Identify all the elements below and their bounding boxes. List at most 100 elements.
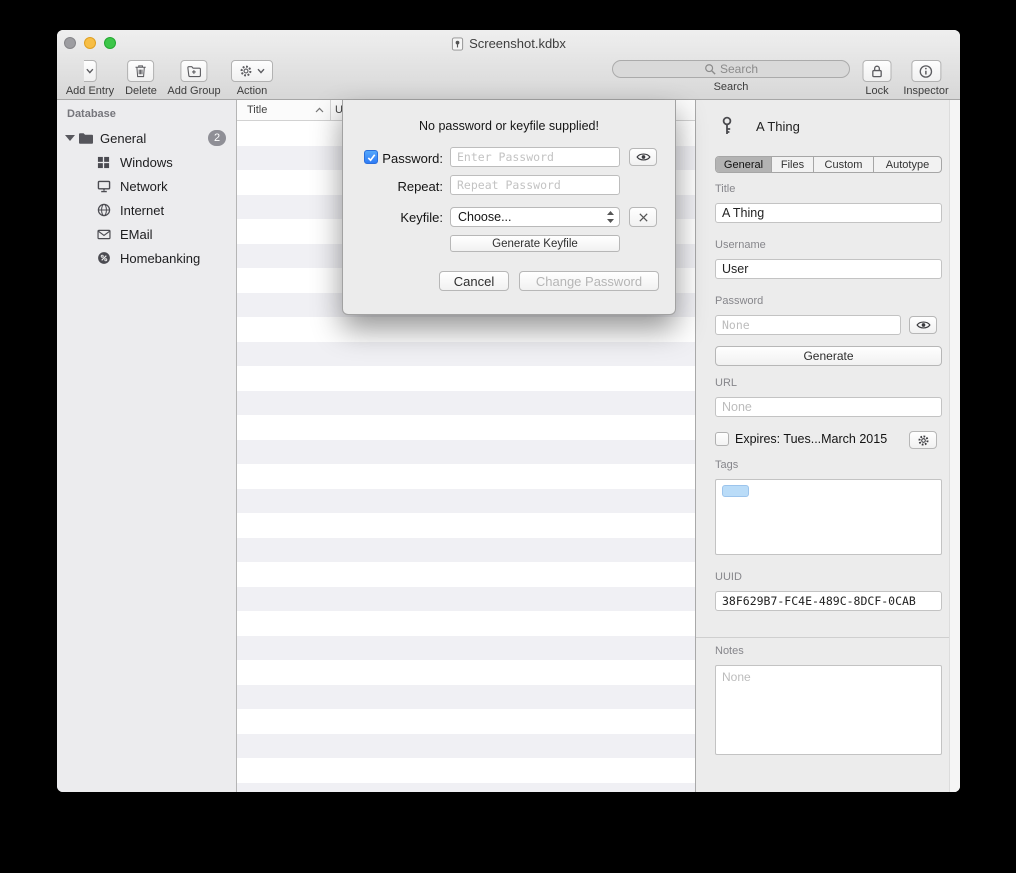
entry-list-row[interactable] — [237, 489, 695, 514]
checkmark-icon — [366, 152, 377, 163]
toolbar-inspector: Inspector — [903, 60, 948, 97]
keyfile-label: Keyfile: — [380, 210, 443, 225]
reveal-password-button[interactable] — [629, 148, 657, 166]
window-title-area: Screenshot.kdbx — [57, 30, 960, 57]
inspector-button[interactable] — [911, 60, 941, 82]
generate-password-button[interactable]: Generate — [715, 346, 942, 366]
entry-list-row[interactable] — [237, 660, 695, 685]
tab-files[interactable]: Files — [772, 157, 814, 172]
entry-list-row[interactable] — [237, 783, 695, 793]
entry-list-row[interactable] — [237, 709, 695, 734]
sidebar-item-internet[interactable]: Internet — [57, 198, 236, 222]
folder-icon — [78, 132, 94, 145]
entry-list-row[interactable] — [237, 758, 695, 783]
password-field-label: Password — [715, 295, 763, 307]
toolbar-search: Search Search — [612, 60, 850, 93]
notes-label: Notes — [715, 645, 744, 657]
change-password-button[interactable]: Change Password — [519, 271, 659, 291]
repeat-password-input[interactable] — [450, 175, 620, 195]
key-icon — [719, 116, 735, 136]
entry-list-row[interactable] — [237, 636, 695, 661]
entry-list-row[interactable] — [237, 611, 695, 636]
reveal-password-button[interactable] — [909, 316, 937, 334]
window-title: Screenshot.kdbx — [469, 36, 566, 51]
inspector-scrollbar[interactable] — [949, 100, 960, 792]
expires-settings-button[interactable] — [909, 431, 937, 449]
eye-icon — [636, 152, 651, 162]
tab-custom[interactable]: Custom — [814, 157, 874, 172]
action-button[interactable] — [231, 60, 273, 82]
password-checkbox[interactable] — [364, 150, 378, 164]
uuid-field[interactable] — [715, 591, 942, 611]
tab-autotype[interactable]: Autotype — [874, 157, 941, 172]
url-field-label: URL — [715, 377, 737, 389]
notes-field[interactable] — [715, 665, 942, 755]
sort-ascending-icon — [315, 107, 324, 113]
expires-row: Expires: Tues...March 2015 — [715, 430, 887, 448]
cancel-button[interactable]: Cancel — [439, 271, 509, 291]
add-group-button[interactable] — [180, 60, 207, 82]
toolbar: Add Entry Delete Add Group — [57, 57, 960, 100]
sidebar-group-general[interactable]: General 2 — [57, 126, 236, 150]
gear-icon — [239, 64, 253, 78]
entry-list-row[interactable] — [237, 415, 695, 440]
windows-icon — [97, 156, 110, 169]
password-input[interactable] — [450, 147, 620, 167]
entry-list-row[interactable] — [237, 391, 695, 416]
username-field[interactable] — [715, 259, 942, 279]
keyfile-popup[interactable]: Choose... — [450, 207, 620, 227]
search-input[interactable]: Search — [612, 60, 850, 78]
sidebar-item-email[interactable]: EMail — [57, 222, 236, 246]
sidebar-item-label: Windows — [120, 155, 173, 170]
entry-list-row[interactable] — [237, 440, 695, 465]
entry-list-row[interactable] — [237, 587, 695, 612]
entry-list-row[interactable] — [237, 513, 695, 538]
title-field[interactable] — [715, 203, 942, 223]
sidebar-item-windows[interactable]: Windows — [57, 150, 236, 174]
delete-label: Delete — [125, 85, 157, 97]
sidebar-item-homebanking[interactable]: Homebanking — [57, 246, 236, 270]
tab-general[interactable]: General — [716, 157, 772, 172]
entry-list-row[interactable] — [237, 366, 695, 391]
sidebar-item-network[interactable]: Network — [57, 174, 236, 198]
percent-coin-icon — [97, 251, 111, 265]
entry-list-row[interactable] — [237, 685, 695, 710]
keyfile-value: Choose... — [458, 210, 606, 224]
lock-button[interactable] — [863, 60, 892, 82]
column-divider[interactable] — [330, 100, 331, 120]
disclosure-triangle-icon[interactable] — [65, 135, 75, 141]
entry-list-row[interactable] — [237, 538, 695, 563]
sidebar-group-label: General — [100, 131, 146, 146]
title-field-label: Title — [715, 183, 735, 195]
delete-button[interactable] — [127, 60, 154, 82]
trash-icon — [134, 64, 147, 78]
change-password-label: Change Password — [536, 274, 642, 289]
entry-list-row[interactable] — [237, 464, 695, 489]
column-header-title[interactable]: Title — [247, 104, 267, 116]
password-field[interactable] — [715, 315, 901, 335]
lock-icon — [871, 64, 884, 79]
entry-list-row[interactable] — [237, 342, 695, 367]
x-icon — [638, 212, 649, 223]
add-entry-label: Add Entry — [66, 85, 114, 97]
url-field[interactable] — [715, 397, 942, 417]
folder-plus-icon — [186, 65, 201, 78]
sidebar-item-label: Homebanking — [120, 251, 200, 266]
inspector-divider — [696, 637, 960, 638]
password-dialog: No password or keyfile supplied! Passwor… — [342, 100, 676, 315]
tags-field[interactable] — [715, 479, 942, 555]
sidebar: Database General 2 Windows Network — [57, 100, 237, 792]
add-entry-dropdown[interactable] — [84, 60, 97, 82]
clear-keyfile-button[interactable] — [629, 207, 657, 227]
expires-label: Expires: Tues...March 2015 — [735, 432, 887, 446]
username-field-label: Username — [715, 239, 766, 251]
toolbar-action: Action — [231, 60, 273, 97]
entry-list-row[interactable] — [237, 562, 695, 587]
entry-list-row[interactable] — [237, 734, 695, 759]
generate-keyfile-button[interactable]: Generate Keyfile — [450, 235, 620, 252]
dialog-message: No password or keyfile supplied! — [343, 119, 675, 133]
expires-checkbox[interactable] — [715, 432, 729, 446]
tag-chip[interactable] — [722, 485, 749, 497]
tags-label: Tags — [715, 459, 738, 471]
entry-list-row[interactable] — [237, 317, 695, 342]
